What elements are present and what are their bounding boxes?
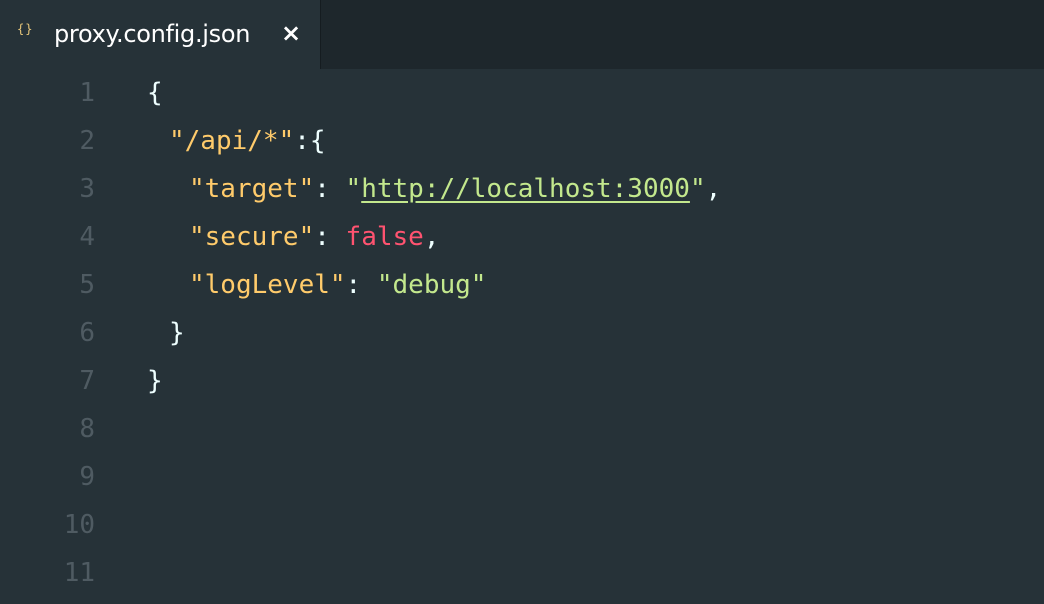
line-number: 3 <box>79 174 95 204</box>
close-brace: } <box>147 366 163 396</box>
line-number: 1 <box>79 78 95 108</box>
target-url-link[interactable]: http://localhost:3000 <box>361 174 690 204</box>
tab-proxy-config[interactable]: {} proxy.config.json × <box>0 0 321 69</box>
colon: : <box>314 222 330 252</box>
code-line-6: } <box>169 309 185 357</box>
line-number: 4 <box>79 222 95 252</box>
tab-title: proxy.config.json <box>54 20 251 48</box>
code-line-1: { <box>147 69 163 117</box>
quote: " <box>689 174 706 204</box>
line-number: 2 <box>79 126 95 156</box>
line-number: 7 <box>79 366 95 396</box>
line-number: 10 <box>63 510 95 540</box>
line-number: 8 <box>79 414 95 444</box>
loglevel-key: "logLevel" <box>189 270 346 300</box>
comma: , <box>423 222 440 252</box>
line-number: 9 <box>79 462 95 492</box>
api-close-brace: } <box>169 318 185 348</box>
close-icon[interactable]: × <box>279 19 303 49</box>
line-number: 6 <box>79 318 95 348</box>
code-line-3: "target": "http://localhost:3000", <box>189 165 721 213</box>
api-key: "/api/*" <box>169 126 295 156</box>
code-editor[interactable]: 1 2 3 4 5 6 7 8 9 10 11 { "/api/*":{ "ta… <box>0 69 1044 604</box>
quote: " <box>345 174 362 204</box>
comma: , <box>705 174 722 204</box>
colon: : <box>294 126 310 156</box>
secure-key: "secure" <box>189 222 315 252</box>
line-number: 11 <box>63 558 95 588</box>
target-key: "target" <box>189 174 315 204</box>
open-brace: { <box>147 78 163 108</box>
loglevel-value: "debug" <box>376 270 487 300</box>
tab-bar: {} proxy.config.json × <box>0 0 1044 69</box>
colon: : <box>314 174 330 204</box>
secure-value: false <box>345 222 424 252</box>
code-line-2: "/api/*":{ <box>169 117 326 165</box>
code-line-4: "secure": false, <box>189 213 439 261</box>
code-line-5: "logLevel": "debug" <box>189 261 486 309</box>
code-line-7: } <box>147 357 163 405</box>
colon: : <box>345 270 362 300</box>
api-open-brace: { <box>309 126 326 156</box>
json-file-icon: {} <box>17 22 34 36</box>
line-number: 5 <box>79 270 95 300</box>
